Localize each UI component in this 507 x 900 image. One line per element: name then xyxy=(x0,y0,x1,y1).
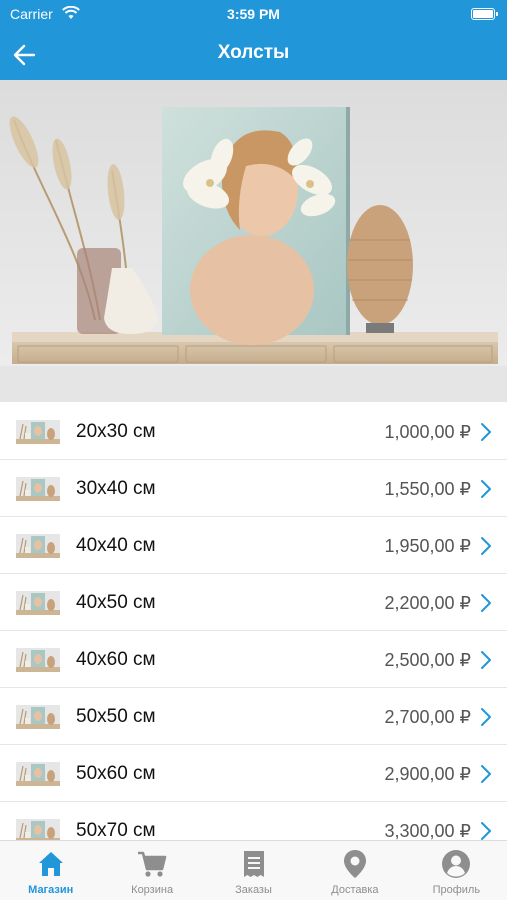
tab-label: Корзина xyxy=(131,884,174,896)
product-size: 20x30 см xyxy=(76,421,156,442)
product-size: 50x60 см xyxy=(76,763,156,784)
page-title: Холсты xyxy=(217,42,290,63)
product-price: 2,500,00 ₽ xyxy=(384,650,471,670)
tab-shop[interactable]: Магазин xyxy=(0,841,101,900)
product-row[interactable]: 40x40 см 1,950,00 ₽ xyxy=(0,517,507,574)
chevron-right-icon xyxy=(481,708,491,726)
product-price: 2,700,00 ₽ xyxy=(384,707,471,727)
product-size: 50x50 см xyxy=(76,706,156,727)
product-hero-image xyxy=(0,80,507,402)
product-size: 40x50 см xyxy=(76,592,156,613)
product-thumbnail xyxy=(16,420,60,444)
product-row[interactable]: 40x60 см 2,500,00 ₽ xyxy=(0,631,507,688)
tab-bar: Магазин Корзина Заказы Доставка Профиль xyxy=(0,840,507,900)
orders-icon xyxy=(243,851,264,877)
product-row[interactable]: 50x60 см 2,900,00 ₽ xyxy=(0,745,507,802)
product-thumbnail xyxy=(16,648,60,672)
tab-label: Магазин xyxy=(28,884,74,896)
chevron-right-icon xyxy=(481,651,491,669)
status-time: 3:59 PM xyxy=(227,6,280,22)
product-thumbnail xyxy=(16,534,60,558)
chevron-right-icon xyxy=(481,822,491,840)
product-size: 40x60 см xyxy=(76,649,156,670)
product-price: 2,200,00 ₽ xyxy=(384,593,471,613)
cart-icon xyxy=(138,851,167,877)
product-size: 50x70 см xyxy=(76,820,156,840)
chevron-right-icon xyxy=(481,765,491,783)
chevron-right-icon xyxy=(481,480,491,498)
product-row[interactable]: 40x50 см 2,200,00 ₽ xyxy=(0,574,507,631)
product-row[interactable]: 50x70 см 3,300,00 ₽ xyxy=(0,802,507,840)
product-thumbnail xyxy=(16,591,60,615)
chevron-right-icon xyxy=(481,423,491,441)
product-row[interactable]: 20x30 см 1,000,00 ₽ xyxy=(0,403,507,460)
tab-orders[interactable]: Заказы xyxy=(203,841,304,900)
product-thumbnail xyxy=(16,762,60,786)
tab-cart[interactable]: Корзина xyxy=(101,841,202,900)
tab-label: Профиль xyxy=(432,884,481,896)
product-price: 3,300,00 ₽ xyxy=(384,821,471,840)
product-thumbnail xyxy=(16,819,60,840)
location-icon xyxy=(343,850,366,878)
product-size: 40x40 см xyxy=(76,535,156,556)
product-price: 1,550,00 ₽ xyxy=(384,479,471,499)
battery-icon xyxy=(471,8,498,20)
tab-label: Доставка xyxy=(331,884,379,896)
product-list: 20x30 см 1,000,00 ₽ 30x40 см 1,550,00 ₽ 40x4… xyxy=(0,403,507,840)
tab-label: Заказы xyxy=(235,884,272,896)
product-thumbnail xyxy=(16,477,60,501)
tab-delivery[interactable]: Доставка xyxy=(304,841,405,900)
product-thumbnail xyxy=(16,705,60,729)
chevron-right-icon xyxy=(481,594,491,612)
home-icon xyxy=(38,852,63,876)
tab-profile[interactable]: Профиль xyxy=(406,841,507,900)
navigation-bar: Холсты xyxy=(0,30,507,80)
status-bar: Carrier 3:59 PM xyxy=(0,0,507,30)
product-row[interactable]: 50x50 см 2,700,00 ₽ xyxy=(0,688,507,745)
product-row[interactable]: 30x40 см 1,550,00 ₽ xyxy=(0,460,507,517)
product-size: 30x40 см xyxy=(76,478,156,499)
product-price: 1,000,00 ₽ xyxy=(384,422,471,442)
chevron-right-icon xyxy=(481,537,491,555)
profile-icon xyxy=(442,850,471,878)
product-price: 2,900,00 ₽ xyxy=(384,764,471,784)
product-price: 1,950,00 ₽ xyxy=(384,536,471,556)
